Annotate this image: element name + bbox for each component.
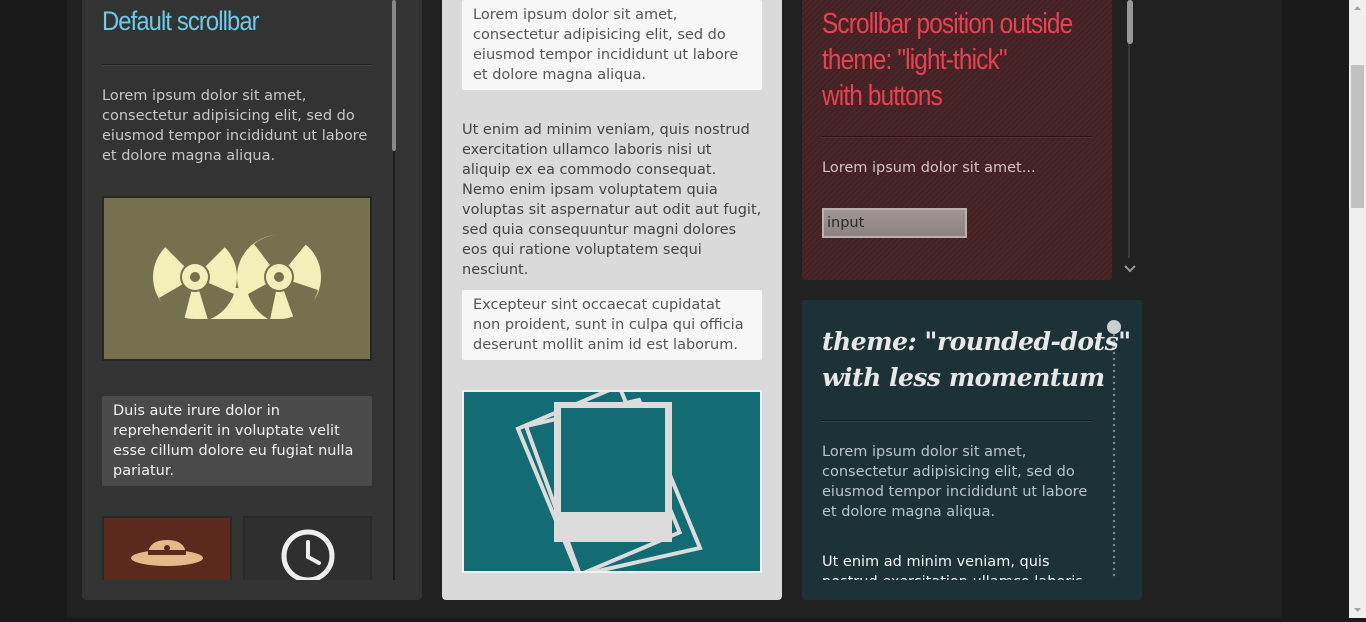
tape-reel-image <box>102 196 372 361</box>
dotted-scrollbar-track[interactable] <box>1112 326 1116 578</box>
clock-image <box>243 516 372 580</box>
default-scrollbar-panel[interactable]: Default scrollbar Lorem ipsum dolor sit … <box>82 0 422 600</box>
divider <box>102 64 372 66</box>
title-line: Scrollbar position outside <box>822 8 1073 40</box>
divider <box>822 136 1092 138</box>
title-line: theme: "light-thick" <box>822 44 1007 76</box>
page-scroll-down-button[interactable] <box>1349 601 1366 618</box>
arrow-up-icon <box>1354 6 1361 10</box>
hat-image <box>102 516 232 580</box>
chevron-down-icon <box>1124 265 1136 273</box>
text-card: Excepteur sint occaecat cupidatat non pr… <box>462 290 762 360</box>
text-input[interactable] <box>822 208 967 238</box>
scrollbar-thumb[interactable] <box>392 0 396 151</box>
panel-content: Lorem ipsum dolor sit amet, consectetur … <box>822 300 1102 580</box>
panel-paragraph: Ut enim ad minim veniam, quis nostrud ex… <box>462 122 762 278</box>
panel-paragraph: Lorem ipsum dolor sit amet... <box>822 160 1036 176</box>
page-scrollbar[interactable] <box>1349 0 1366 618</box>
polaroid-image <box>462 390 762 573</box>
scroll-down-button[interactable] <box>1122 261 1138 275</box>
panel-title: Scrollbar position outside theme: "light… <box>822 6 1099 114</box>
page-scroll-up-button[interactable] <box>1349 0 1366 17</box>
light-panel: Lorem ipsum dolor sit amet, consectetur … <box>442 0 782 600</box>
panel-paragraph: Lorem ipsum dolor sit amet, consectetur … <box>822 444 1088 520</box>
rounded-dots-panel[interactable]: theme: "rounded-dots" with less momentum… <box>802 300 1142 600</box>
hat-icon <box>131 540 203 566</box>
dotted-scrollbar-thumb[interactable] <box>1107 320 1121 334</box>
clock-icon <box>281 529 335 580</box>
outside-scrollbar-thumb[interactable] <box>1127 0 1133 44</box>
light-thick-panel[interactable]: Scrollbar position outside theme: "light… <box>802 0 1112 280</box>
title-line: with buttons <box>822 80 943 112</box>
panel-title: Default scrollbar <box>102 6 260 36</box>
arrow-down-icon <box>1354 608 1361 612</box>
text-card: Lorem ipsum dolor sit amet, consectetur … <box>462 0 762 90</box>
info-box: Duis aute irure dolor in reprehenderit i… <box>102 396 372 486</box>
panel-content: Default scrollbar Lorem ipsum dolor sit … <box>102 0 372 580</box>
page-scroll-thumb[interactable] <box>1351 65 1364 208</box>
panel-paragraph: Lorem ipsum dolor sit amet, consectetur … <box>102 88 368 164</box>
panel-paragraph: Ut enim ad minim veniam, quis nostrud ex… <box>822 554 1083 580</box>
polaroid-icon <box>515 392 703 571</box>
tape-reel-icon <box>153 233 321 320</box>
